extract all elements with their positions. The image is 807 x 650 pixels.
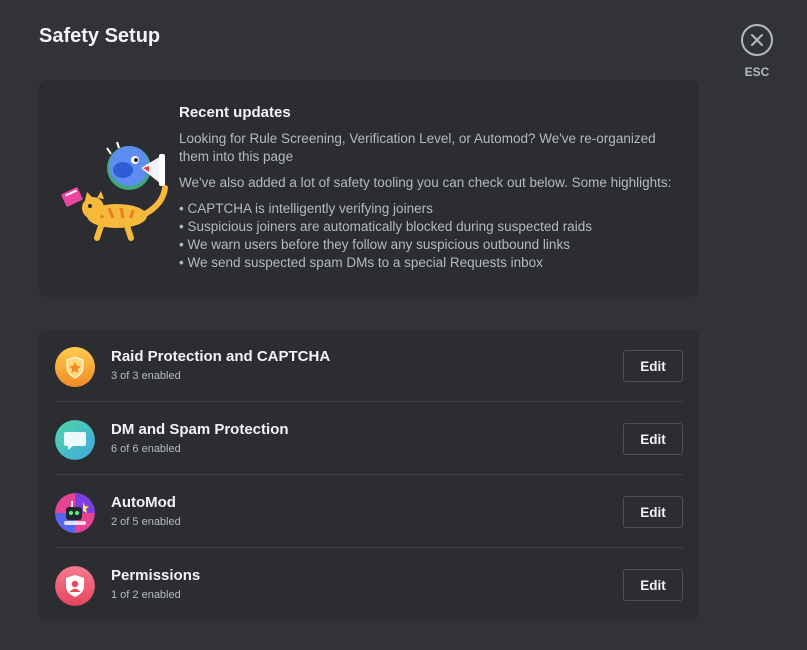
updates-highlights-intro: We've also added a lot of safety tooling… — [179, 175, 672, 190]
close-button[interactable] — [741, 24, 773, 56]
esc-label: ESC — [744, 65, 770, 79]
setting-status: 3 of 3 enabled — [111, 370, 181, 382]
edit-automod-button[interactable]: Edit — [623, 496, 683, 528]
highlights-list: CAPTCHA is intelligently verifying joine… — [179, 200, 679, 272]
list-item: We warn users before they follow any sus… — [179, 236, 679, 254]
edit-raid-protection-button[interactable]: Edit — [623, 350, 683, 382]
setting-title: Permissions — [111, 567, 201, 584]
updates-content: Recent updates Looking for Rule Screenin… — [179, 104, 679, 272]
setting-title: AutoMod — [111, 494, 176, 511]
setting-title: Raid Protection and CAPTCHA — [111, 348, 331, 365]
edit-permissions-button[interactable]: Edit — [623, 569, 683, 601]
safety-settings-list: Raid Protection and CAPTCHA 3 of 3 enabl… — [39, 330, 699, 621]
divider — [55, 474, 683, 475]
updates-title: Recent updates — [179, 104, 291, 121]
recent-updates-card: Recent updates Looking for Rule Screenin… — [39, 80, 699, 297]
close-icon — [751, 34, 763, 46]
automod-robot-icon — [55, 493, 95, 533]
divider — [55, 547, 683, 548]
edit-dm-spam-button[interactable]: Edit — [623, 423, 683, 455]
mascot-megaphone-illustration — [61, 141, 168, 241]
setting-row-permissions: Permissions 1 of 2 enabled Edit — [39, 549, 699, 621]
list-item: Suspicious joiners are automatically blo… — [179, 218, 679, 236]
setting-row-automod: AutoMod 2 of 5 enabled Edit — [39, 476, 699, 548]
chat-bubble-icon — [55, 420, 95, 460]
setting-row-raid-protection: Raid Protection and CAPTCHA 3 of 3 enabl… — [39, 330, 699, 402]
close-control[interactable]: ESC — [739, 24, 775, 79]
setting-status: 2 of 5 enabled — [111, 516, 181, 528]
setting-row-dm-spam: DM and Spam Protection 6 of 6 enabled Ed… — [39, 403, 699, 475]
user-shield-icon — [55, 566, 95, 606]
list-item: We send suspected spam DMs to a special … — [179, 254, 679, 272]
setting-status: 1 of 2 enabled — [111, 589, 181, 601]
page-title: Safety Setup — [39, 25, 161, 47]
list-item: CAPTCHA is intelligently verifying joine… — [179, 200, 679, 218]
shield-star-icon — [55, 347, 95, 387]
divider — [55, 401, 683, 402]
setting-title: DM and Spam Protection — [111, 421, 289, 438]
updates-intro: Looking for Rule Screening, Verification… — [179, 131, 656, 164]
setting-status: 6 of 6 enabled — [111, 443, 181, 455]
